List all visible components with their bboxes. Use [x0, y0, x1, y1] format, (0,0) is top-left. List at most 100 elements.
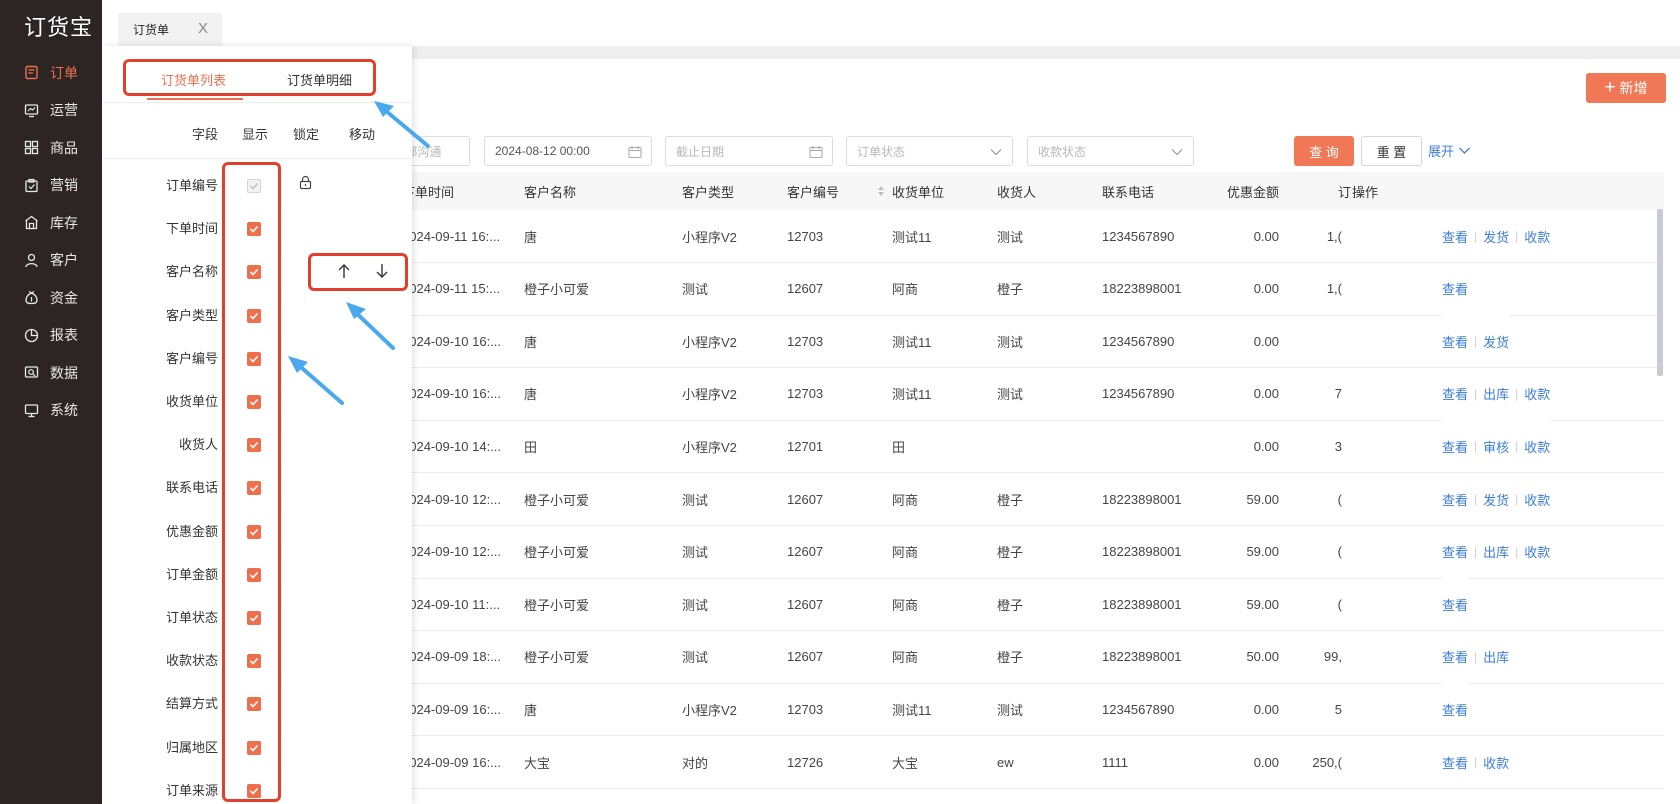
panel-col-lock: 锁定	[293, 127, 320, 142]
sidebar-item-funds[interactable]: 资金	[0, 279, 102, 316]
sidebar-item-warehouse[interactable]: 库存	[0, 204, 102, 241]
highlight-tabs-box	[123, 59, 376, 96]
col-discount[interactable]: 优惠金额	[1220, 172, 1279, 210]
separator: |	[1474, 492, 1478, 506]
op-link[interactable]: 收款	[1524, 437, 1550, 456]
op-link[interactable]: 收款	[1524, 384, 1550, 403]
end-date-input[interactable]: 截止日期	[665, 136, 833, 166]
col-phone[interactable]: 联系电话	[1102, 172, 1154, 210]
field-label: 下单时间	[165, 221, 218, 237]
close-icon[interactable]: X	[198, 21, 208, 37]
warehouse-icon	[25, 215, 38, 230]
op-link[interactable]: 收款	[1483, 753, 1509, 772]
cell-customer-name: 橙子小可爱	[524, 282, 590, 298]
col-customer-name[interactable]: 客户名称	[524, 172, 576, 210]
cell-customer-no: 12726	[787, 754, 824, 770]
cell-customer-no: 12607	[787, 596, 824, 612]
customer-icon	[25, 253, 38, 267]
op-link[interactable]: 查看	[1442, 542, 1468, 561]
col-customer-no-label: 客户编号	[787, 184, 840, 200]
op-link[interactable]: 收款	[1524, 227, 1550, 246]
op-link[interactable]: 查看	[1442, 753, 1468, 772]
op-link[interactable]: 查看	[1442, 700, 1468, 719]
cell-order-amount: (	[1337, 544, 1342, 560]
cell-receiver: 橙子	[997, 492, 1024, 508]
sidebar-item-order[interactable]: 订单	[0, 54, 102, 91]
table-scrollbar[interactable]	[1657, 209, 1663, 376]
cell-order-amount: 250,(	[1312, 754, 1342, 770]
op-link[interactable]: 发货	[1483, 490, 1509, 509]
cell-customer-name: 唐	[524, 387, 538, 403]
active-tab-indicator	[147, 98, 243, 100]
op-link[interactable]: 查看	[1442, 647, 1468, 666]
tab-order-list[interactable]: 订货单 X	[118, 13, 222, 46]
sidebar-item-label: 商品	[50, 139, 78, 156]
expand-filters-link[interactable]: 展开	[1428, 141, 1471, 160]
op-link[interactable]: 收款	[1524, 490, 1550, 509]
start-date-input[interactable]: 2024-08-12 00:00	[484, 136, 652, 166]
field-label: 客户名称	[165, 264, 218, 280]
cell-discount: 0.00	[1253, 701, 1279, 717]
op-link[interactable]: 查看	[1442, 227, 1468, 246]
col-receiving-unit[interactable]: 收货单位	[892, 172, 944, 210]
cell-customer-name: 橙子小可爱	[524, 597, 590, 613]
cell-discount: 59.00	[1246, 596, 1279, 612]
sidebar-item-data[interactable]: 数据	[0, 354, 102, 391]
sidebar-item-report[interactable]: 报表	[0, 317, 102, 354]
sidebar-item-product[interactable]: 商品	[0, 129, 102, 166]
cell-order-time: 2024-09-11 15:...	[402, 281, 501, 297]
field-label: 收货人	[178, 437, 218, 453]
cell-discount: 50.00	[1246, 649, 1279, 665]
cell-phone: 1111	[1102, 754, 1129, 770]
op-link[interactable]: 出库	[1483, 647, 1509, 666]
op-link[interactable]: 收款	[1524, 542, 1550, 561]
sort-icon[interactable]	[877, 185, 885, 197]
op-link[interactable]: 发货	[1483, 227, 1509, 246]
sidebar-item-customer[interactable]: 客户	[0, 242, 102, 279]
cell-customer-no: 12703	[787, 386, 824, 402]
reset-button[interactable]: 重 置	[1361, 136, 1422, 166]
col-receiver[interactable]: 收货人	[997, 172, 1036, 210]
sidebar-item-system[interactable]: 系统	[0, 392, 102, 429]
order-status-select[interactable]: 订单状态	[846, 136, 1013, 166]
op-link[interactable]: 查看	[1442, 595, 1468, 614]
cell-order-amount	[1302, 315, 1342, 367]
cell-customer-name: 田	[524, 439, 538, 455]
op-link[interactable]: 查看	[1442, 490, 1468, 509]
col-order-amount[interactable]: 订	[1338, 172, 1351, 210]
sidebar-item-label: 数据	[50, 364, 78, 381]
op-link[interactable]: 发货	[1483, 332, 1509, 351]
payment-status-select[interactable]: 收款状态	[1027, 136, 1194, 166]
op-link[interactable]: 审核	[1483, 437, 1509, 456]
cell-customer-type: 小程序V2	[682, 334, 737, 350]
cell-customer-name: 橙子小可爱	[524, 650, 590, 666]
chevron-down-icon	[1171, 149, 1183, 156]
row-operations: 查看 | 收款	[1442, 736, 1510, 788]
cell-receiving-unit: 阿商	[892, 282, 919, 298]
op-link[interactable]: 出库	[1483, 384, 1509, 403]
cell-order-time: 2024-09-10 16:...	[402, 386, 502, 402]
report-icon	[24, 328, 39, 342]
op-link[interactable]: 查看	[1442, 384, 1468, 403]
col-customer-type[interactable]: 客户类型	[682, 172, 734, 210]
op-link[interactable]: 查看	[1442, 279, 1468, 298]
sidebar-item-operation[interactable]: 运营	[0, 92, 102, 129]
sidebar-item-label: 库存	[50, 214, 78, 231]
cell-order-time: 2024-09-09 16:...	[402, 701, 502, 717]
row-operations: 查看	[1442, 262, 1469, 315]
cell-phone: 1234567890	[1102, 228, 1175, 244]
cell-phone: 18223898001	[1102, 544, 1182, 560]
op-link[interactable]: 查看	[1442, 332, 1468, 351]
lock-icon[interactable]	[298, 175, 313, 190]
col-customer-no[interactable]: 客户编号	[787, 172, 885, 210]
row-operations: 查看 | 审核 | 收款	[1442, 420, 1551, 473]
panel-col-move: 移动	[349, 127, 376, 142]
sidebar-item-label: 报表	[50, 327, 78, 343]
op-link[interactable]: 出库	[1483, 542, 1509, 561]
sidebar-item-label: 订单	[50, 64, 78, 81]
add-order-button[interactable]: + 新增	[1586, 73, 1666, 103]
field-label: 客户编号	[165, 350, 218, 366]
op-link[interactable]: 查看	[1442, 437, 1468, 456]
query-button[interactable]: 查 询	[1294, 136, 1354, 166]
sidebar-item-marketing[interactable]: 营销	[0, 167, 102, 204]
